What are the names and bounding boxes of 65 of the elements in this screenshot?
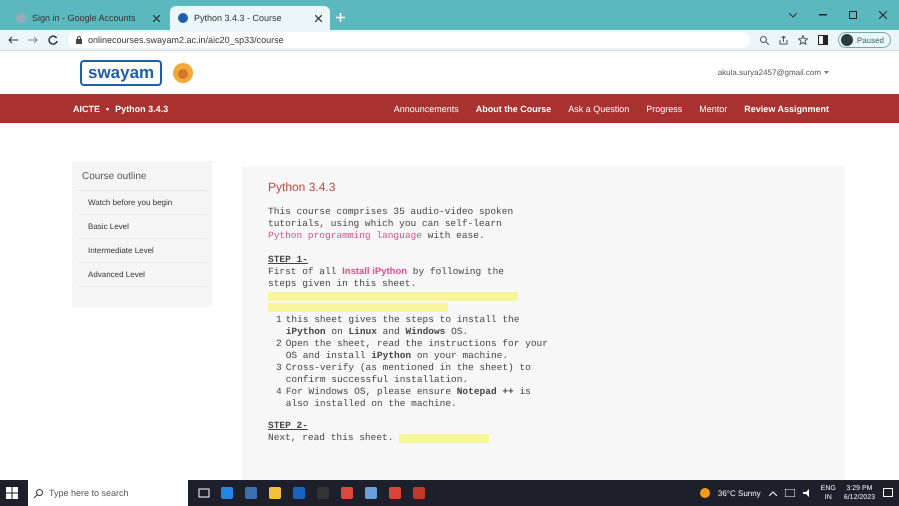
restore-icon[interactable] bbox=[849, 11, 857, 19]
share-icon[interactable] bbox=[778, 36, 788, 44]
sun-icon bbox=[700, 488, 710, 498]
avatar-icon bbox=[840, 34, 853, 46]
caret-icon bbox=[824, 71, 829, 74]
nav-link[interactable]: Ask a Question bbox=[568, 104, 630, 114]
account-menu[interactable]: akula.surya2457@gmail.com bbox=[718, 68, 829, 77]
weather-text[interactable]: 36°C Sunny bbox=[718, 488, 761, 498]
back-arrow-icon[interactable] bbox=[8, 36, 18, 44]
breadcrumb-separator: • bbox=[106, 104, 110, 114]
sidebar-icon[interactable] bbox=[818, 35, 828, 45]
close-icon[interactable] bbox=[315, 14, 322, 22]
intro-paragraph: This course comprises 35 audio-video spoken tutorials, using which you can self-learn Python programming language with ease. bbox=[268, 206, 514, 242]
close-icon[interactable] bbox=[879, 11, 887, 19]
browser-tab[interactable]: Python 3.4.3 - Course bbox=[170, 6, 330, 30]
breadcrumb-current: Python 3.4.3 bbox=[115, 104, 168, 114]
swayam-logo[interactable]: swayam bbox=[80, 60, 162, 86]
app-icon[interactable] bbox=[412, 486, 426, 500]
favicon-icon bbox=[178, 13, 188, 23]
install-link[interactable]: Install iPython bbox=[342, 266, 408, 277]
outline-item[interactable]: Intermediate Level bbox=[78, 239, 206, 263]
lock-icon bbox=[76, 36, 82, 44]
outline-item[interactable]: Watch before you begin bbox=[78, 191, 206, 215]
chevron-up-icon[interactable] bbox=[768, 490, 777, 496]
search-icon bbox=[34, 488, 43, 498]
outline-item[interactable]: Basic Level bbox=[78, 215, 206, 239]
instruction-item: For Windows OS, please ensure Notepad ++ is also installed on the machine. bbox=[286, 386, 532, 410]
profile-button[interactable]: Paused bbox=[838, 32, 891, 48]
nav-link[interactable]: Mentor bbox=[699, 104, 728, 114]
step-heading: STEP 1- bbox=[268, 254, 308, 265]
instruction-item: this sheet gives the steps to install the iPython on Linux and Windows OS. bbox=[286, 314, 520, 338]
list-number: 3 bbox=[276, 362, 282, 375]
minimize-icon[interactable] bbox=[819, 14, 827, 16]
search-icon[interactable] bbox=[760, 36, 769, 44]
step-heading: STEP 2- bbox=[268, 420, 308, 431]
step-paragraph: First of all Install iPython by following the steps given in this sheet. bbox=[268, 266, 505, 290]
address-bar[interactable]: onlinecourses.swayam2.ac.in/aic20_sp33/course bbox=[68, 32, 750, 48]
windows-start-icon[interactable] bbox=[6, 487, 18, 499]
app-icon[interactable] bbox=[340, 486, 354, 500]
chevron-down-icon[interactable] bbox=[789, 12, 797, 18]
list-number: 1 bbox=[276, 314, 282, 327]
list-number: 2 bbox=[276, 338, 282, 351]
outline-title: Course outline bbox=[78, 171, 206, 191]
star-icon[interactable] bbox=[798, 35, 808, 45]
language-link[interactable]: Python programming language bbox=[268, 230, 422, 241]
close-icon[interactable] bbox=[153, 14, 160, 22]
nav-link[interactable]: Announcements bbox=[394, 104, 459, 114]
forward-arrow-icon[interactable] bbox=[28, 36, 38, 44]
instruction-item: Cross-verify (as mentioned in the sheet) to confirm successful installation. bbox=[286, 362, 532, 386]
course-title: Python 3.4.3 bbox=[268, 180, 336, 194]
instruction-item: Open the sheet, read the instructions for your OS and install iPython on your machine. bbox=[286, 338, 549, 362]
browser-tab[interactable]: Sign in - Google Accounts bbox=[8, 6, 168, 30]
nav-link[interactable]: Progress bbox=[646, 104, 682, 114]
nav-link[interactable]: Review Assignment bbox=[744, 104, 829, 114]
app-icon[interactable] bbox=[364, 486, 378, 500]
nav-link[interactable]: About the Course bbox=[476, 104, 552, 114]
list-number: 4 bbox=[276, 386, 282, 399]
task-view-icon[interactable] bbox=[198, 487, 210, 499]
favicon-icon bbox=[16, 13, 26, 23]
breadcrumb-link[interactable]: AICTE bbox=[73, 104, 100, 114]
taskbar-search-field[interactable]: Type here to search bbox=[28, 480, 188, 506]
reload-icon[interactable] bbox=[48, 35, 58, 45]
outline-item[interactable]: Advanced Level bbox=[78, 263, 206, 287]
step-text: Next, read this sheet. bbox=[268, 432, 394, 445]
emblem-icon bbox=[172, 62, 194, 84]
